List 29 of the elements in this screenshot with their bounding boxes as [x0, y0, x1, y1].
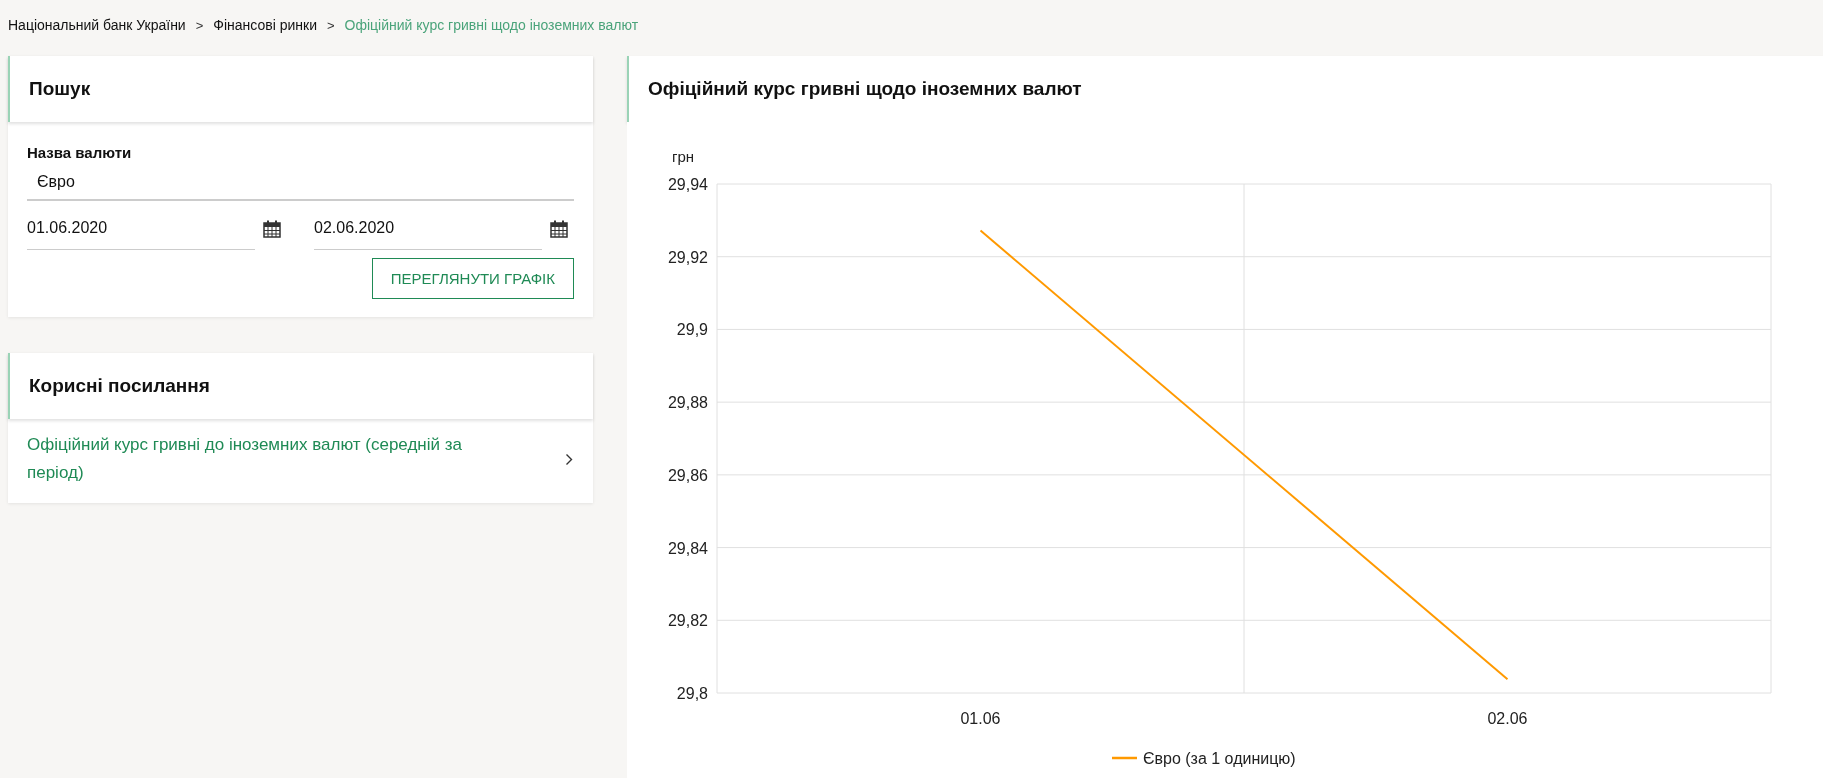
- breadcrumb-link[interactable]: Національний банк України: [8, 17, 186, 33]
- axis-tick-label: 29,88: [667, 394, 708, 412]
- field-label: Назва валюти: [27, 144, 133, 161]
- card-title: Пошук: [8, 56, 593, 122]
- breadcrumb-separator: >: [195, 17, 204, 33]
- currency-field[interactable]: Євро: [27, 173, 574, 201]
- axis-tick-label: 29,92: [667, 248, 708, 266]
- card-title: Корисні посилання: [8, 353, 593, 419]
- date-field[interactable]: 02.06.2020: [314, 219, 542, 250]
- show-chart-button[interactable]: ПЕРЕГЛЯНУТИ ГРАФІК: [371, 258, 574, 299]
- calendar-icon[interactable]: [550, 219, 568, 238]
- axis-tick-label: 29,84: [667, 539, 708, 557]
- breadcrumb-link[interactable]: Фінансові ринки: [213, 17, 317, 33]
- date-field[interactable]: 01.06.2020: [27, 219, 255, 250]
- chevron-right-icon[interactable]: [565, 452, 573, 466]
- axis-tick-label: 29,8: [676, 685, 708, 702]
- axis-tick-label: 29,9: [676, 321, 708, 339]
- calendar-icon[interactable]: [263, 219, 281, 238]
- axis-tick-label: 29,82: [667, 612, 708, 630]
- legend-label[interactable]: Євро (за 1 одиницю): [1143, 750, 1296, 767]
- axis-tick-label: 01.06: [960, 710, 1001, 727]
- legend-swatch: [1112, 756, 1137, 760]
- breadcrumb-separator: >: [326, 17, 335, 33]
- axis-tick-label: 02.06: [1487, 710, 1528, 727]
- axis-title: грн: [672, 148, 695, 165]
- card-title: Офіційний курс гривні щодо іноземних валют: [627, 56, 1823, 122]
- axis-tick-label: 29,86: [667, 466, 708, 484]
- axis-tick-label: 29,94: [667, 176, 708, 193]
- useful-link[interactable]: Офіційний курс гривні до іноземних валют (середній за період): [27, 431, 517, 487]
